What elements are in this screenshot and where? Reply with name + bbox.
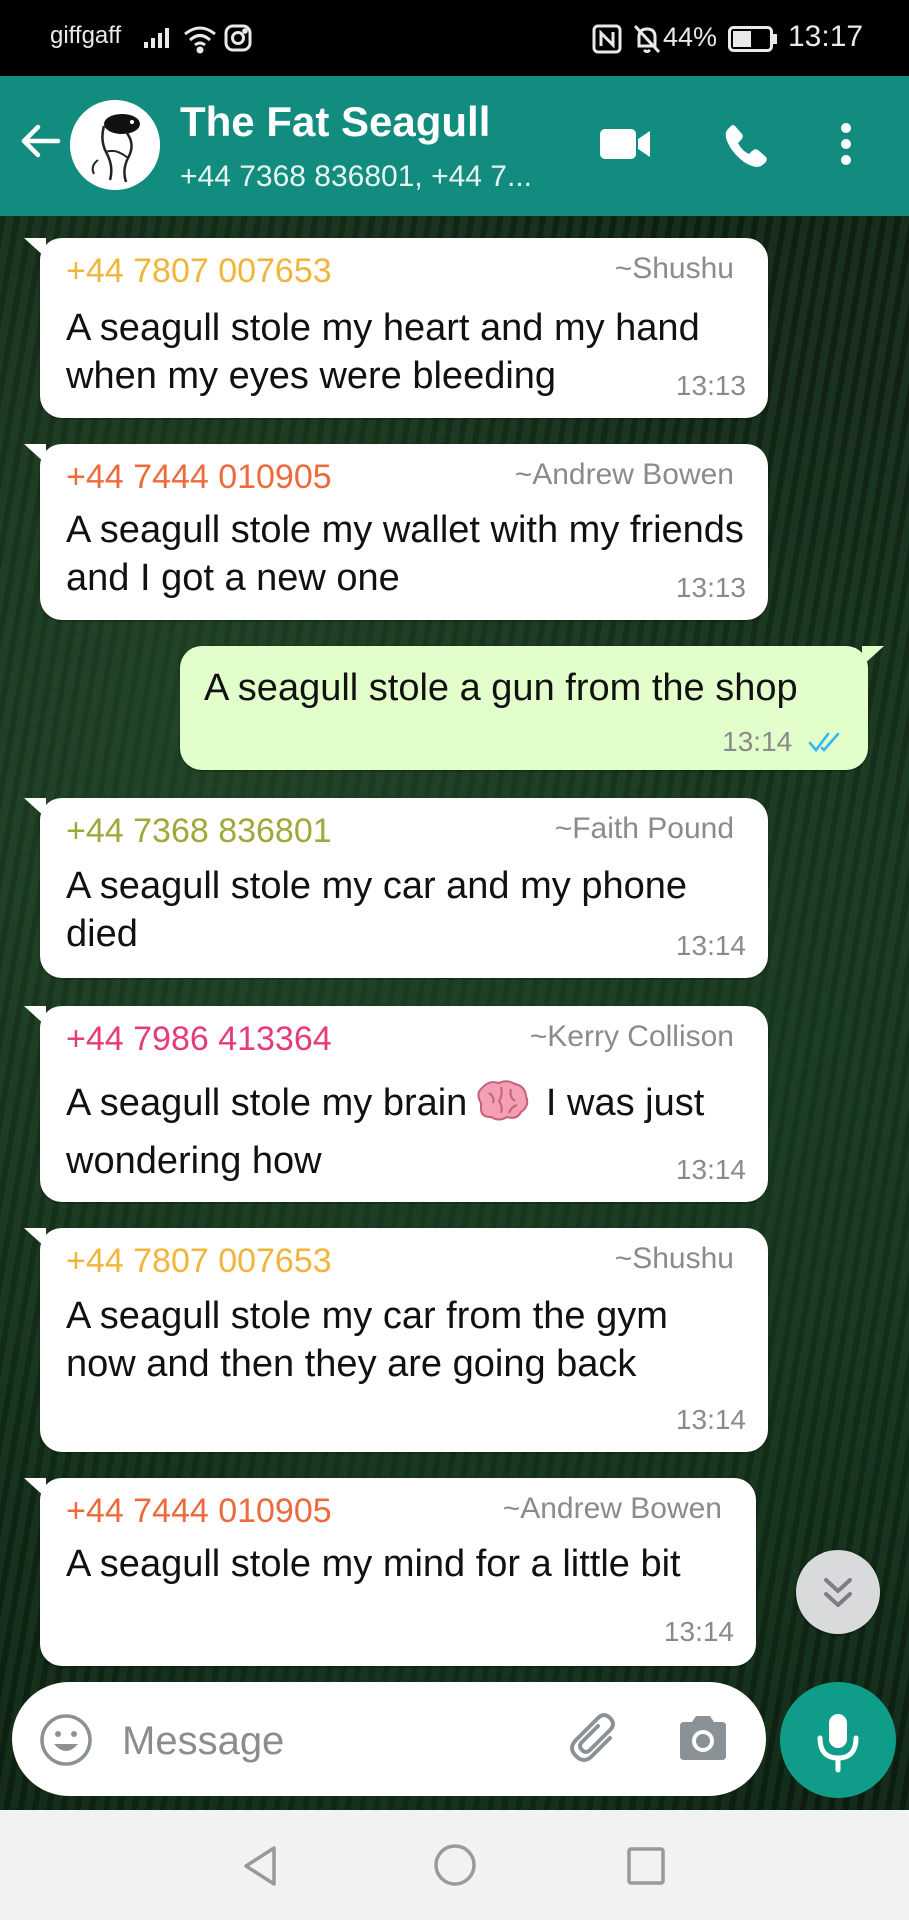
nfc-icon <box>592 24 622 59</box>
mic-icon <box>817 1714 859 1773</box>
sender-phone[interactable]: +44 7444 010905 <box>66 458 332 497</box>
message-text: A seagull stole a gun from the shop <box>204 667 798 709</box>
message-text: A seagull stole my brain I was just wond… <box>66 1074 746 1190</box>
sender-name: ~Andrew Bowen <box>502 1492 722 1525</box>
system-nav-bar <box>0 1810 909 1920</box>
sender-name: ~Shushu <box>614 252 734 285</box>
video-call-icon[interactable] <box>598 126 654 167</box>
message-bubble-incoming[interactable]: +44 7807 007653 ~Shushu A seagull stole … <box>24 238 768 418</box>
message-time: 13:14 <box>675 1404 746 1435</box>
message-time: 13:14 <box>663 1616 734 1647</box>
message-bubble-incoming[interactable]: +44 7986 413364 ~Kerry Collison A seagul… <box>24 1006 768 1202</box>
phone-icon[interactable] <box>722 122 770 175</box>
clock: 13:17 <box>788 20 864 53</box>
chat-title[interactable]: The Fat Seagull <box>180 98 490 146</box>
attach-icon[interactable] <box>566 1712 622 1773</box>
battery-icon <box>728 26 778 57</box>
message-text: A seagull stole my car from the gym now … <box>66 1295 668 1385</box>
message-time: 13:14 <box>675 930 746 961</box>
sender-phone[interactable]: +44 7807 007653 <box>66 252 332 291</box>
sender-phone[interactable]: +44 7444 010905 <box>66 1492 332 1531</box>
message-time: 13:13 <box>675 572 746 603</box>
sender-phone[interactable]: +44 7986 413364 <box>66 1020 332 1059</box>
nav-home-icon[interactable] <box>432 1842 478 1893</box>
status-bar: giffgaff 44% 13:17 <box>0 0 909 76</box>
message-input[interactable] <box>120 1710 544 1772</box>
bell-muted-icon <box>632 23 662 60</box>
chevron-double-down-icon <box>824 1578 852 1607</box>
read-ticks-icon <box>808 728 846 760</box>
wifi-icon <box>182 24 218 59</box>
sender-phone[interactable]: +44 7807 007653 <box>66 1242 332 1281</box>
scroll-to-bottom-button[interactable] <box>796 1550 880 1634</box>
chat-messages[interactable]: +44 7807 007653 ~Shushu A seagull stole … <box>0 216 909 1810</box>
voice-message-button[interactable] <box>780 1682 896 1798</box>
message-composer <box>12 1682 766 1796</box>
message-bubble-incoming[interactable]: +44 7444 010905 ~Andrew Bowen A seagull … <box>24 1478 756 1666</box>
message-bubble-outgoing[interactable]: A seagull stole a gun from the shop 13:1… <box>180 646 884 770</box>
message-text-part: A seagull stole my brain <box>66 1082 468 1124</box>
sender-name: ~Andrew Bowen <box>514 458 734 491</box>
group-avatar[interactable] <box>70 100 160 190</box>
message-bubble-incoming[interactable]: +44 7368 836801 ~Faith Pound A seagull s… <box>24 798 768 978</box>
message-time-row: 13:14 <box>722 726 846 760</box>
message-time: 13:13 <box>675 370 746 401</box>
nav-recent-icon[interactable] <box>626 1846 666 1891</box>
sender-name: ~Faith Pound <box>554 812 734 845</box>
sender-name: ~Shushu <box>614 1242 734 1275</box>
message-time: 13:14 <box>722 726 793 757</box>
emoji-icon[interactable] <box>38 1712 94 1773</box>
participants-subtitle[interactable]: +44 7368 836801, +44 7... <box>180 160 532 194</box>
instagram-icon <box>224 24 252 57</box>
message-text: A seagull stole my heart and my hand whe… <box>66 307 700 397</box>
camera-icon[interactable] <box>676 1714 730 1767</box>
message-time: 13:14 <box>675 1154 746 1185</box>
chat-header: The Fat Seagull +44 7368 836801, +44 7..… <box>0 76 909 216</box>
signal-icon <box>144 26 174 55</box>
battery-percent: 44% <box>663 22 718 52</box>
back-arrow-icon[interactable] <box>16 116 66 166</box>
message-bubble-incoming[interactable]: +44 7807 007653 ~Shushu A seagull stole … <box>24 1228 768 1452</box>
message-text: A seagull stole my wallet with my friend… <box>66 509 744 599</box>
sender-phone[interactable]: +44 7368 836801 <box>66 812 332 851</box>
sender-name: ~Kerry Collison <box>529 1020 734 1053</box>
message-text: A seagull stole my car and my phone died <box>66 865 688 955</box>
nav-back-icon[interactable] <box>240 1844 280 1893</box>
message-bubble-incoming[interactable]: +44 7444 010905 ~Andrew Bowen A seagull … <box>24 444 768 620</box>
carrier-label: giffgaff <box>50 22 122 49</box>
message-text: A seagull stole my mind for a little bit <box>66 1543 681 1585</box>
more-vert-icon[interactable] <box>836 122 856 171</box>
brain-emoji-icon <box>473 1079 529 1123</box>
